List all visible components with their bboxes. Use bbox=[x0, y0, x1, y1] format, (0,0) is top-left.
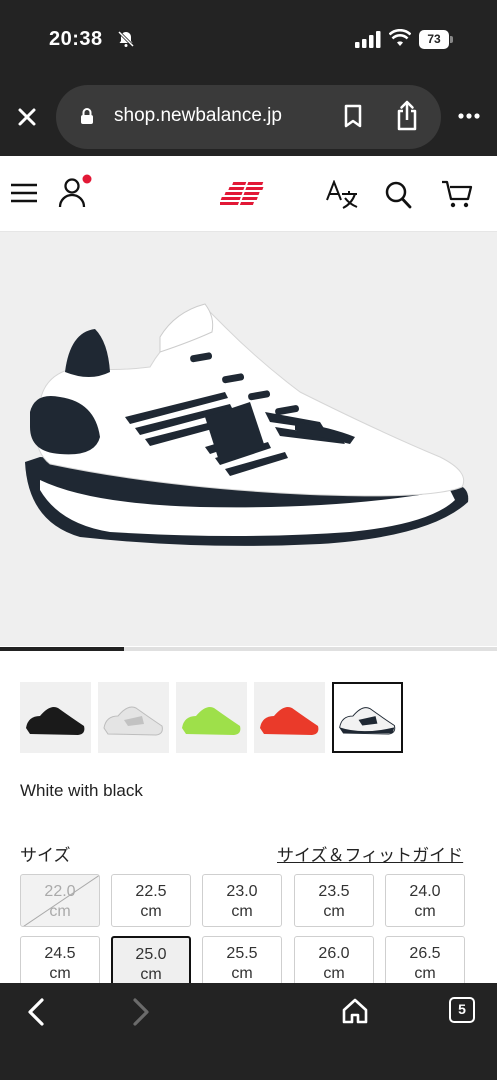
thumbnail-black[interactable] bbox=[20, 682, 91, 753]
size-option-25-5[interactable]: 25.5 cm bbox=[202, 936, 282, 989]
battery-level: 73 bbox=[419, 30, 449, 49]
wifi-icon bbox=[389, 29, 411, 46]
battery-icon: 73 bbox=[419, 30, 453, 49]
bell-muted-icon bbox=[117, 30, 135, 48]
url-text[interactable]: shop.newbalance.jp bbox=[114, 105, 282, 127]
notification-dot bbox=[82, 174, 92, 184]
signal-icon bbox=[355, 31, 381, 48]
home-icon[interactable] bbox=[342, 997, 368, 1025]
back-icon[interactable] bbox=[26, 997, 46, 1027]
size-option-22-5[interactable]: 22.5 cm bbox=[111, 874, 191, 927]
size-label: サイズ bbox=[20, 846, 71, 865]
product-image-main[interactable] bbox=[0, 232, 497, 646]
forward-icon bbox=[133, 998, 149, 1026]
gallery-progress-fill bbox=[0, 647, 125, 651]
close-icon[interactable] bbox=[17, 107, 37, 127]
thumbnail-red[interactable] bbox=[254, 682, 325, 753]
search-icon[interactable] bbox=[384, 180, 412, 210]
size-option-23-0[interactable]: 23.0 cm bbox=[202, 874, 282, 927]
size-guide-link[interactable]: サイズ＆フィットガイド bbox=[277, 841, 463, 866]
size-option-25-0[interactable]: 25.0 cm bbox=[111, 936, 191, 989]
more-icon[interactable] bbox=[458, 113, 480, 119]
account-icon[interactable] bbox=[58, 173, 94, 209]
cart-icon[interactable] bbox=[441, 179, 473, 209]
size-option-24-0[interactable]: 24.0 cm bbox=[385, 874, 465, 927]
tabs-button[interactable]: 5 bbox=[449, 997, 475, 1023]
size-option-24-5[interactable]: 24.5 cm bbox=[20, 936, 100, 989]
color-name: White with black bbox=[20, 781, 143, 800]
thumbnail-lime[interactable] bbox=[176, 682, 247, 753]
status-time: 20:38 bbox=[49, 28, 103, 50]
hamburger-menu-icon[interactable] bbox=[11, 182, 37, 204]
tab-count: 5 bbox=[458, 1001, 466, 1017]
status-bar: 20:38 73 bbox=[0, 0, 497, 80]
size-option-26-0[interactable]: 26.0 cm bbox=[294, 936, 374, 989]
new-balance-logo[interactable] bbox=[220, 180, 276, 209]
thumbnail-white-with-black[interactable] bbox=[332, 682, 403, 753]
thumbnail-white-grey[interactable] bbox=[98, 682, 169, 753]
translate-icon[interactable] bbox=[325, 180, 359, 210]
shoe-image bbox=[25, 303, 469, 546]
share-icon[interactable] bbox=[395, 100, 419, 132]
size-option-22-0: 22.0 cm bbox=[20, 874, 100, 927]
lock-icon bbox=[81, 108, 93, 124]
size-option-23-5[interactable]: 23.5 cm bbox=[294, 874, 374, 927]
bookmark-icon[interactable] bbox=[343, 104, 363, 128]
browser-bottom-bar bbox=[0, 983, 497, 1080]
size-option-26-5[interactable]: 26.5 cm bbox=[385, 936, 465, 989]
